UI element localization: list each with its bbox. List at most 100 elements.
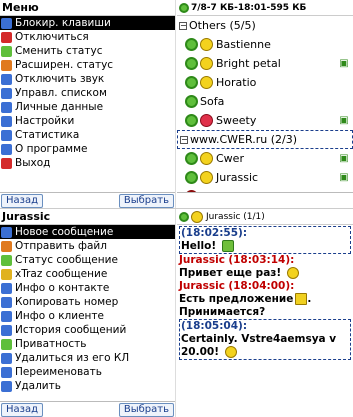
menu-item-label: Инфо о клиенте [15,310,104,322]
menu-item[interactable]: О программе [0,142,175,156]
list-manage-icon [1,87,12,99]
softkey-bar: Назад Выбрать [0,192,175,208]
contact-name: Sweety [216,114,257,127]
group-label: Others (5/5) [189,19,256,32]
copy-number-icon [1,296,12,308]
menu-item[interactable]: Выход [0,156,175,170]
menu-item[interactable]: Переименовать [0,365,175,379]
send-file-icon [1,240,12,252]
menu-item[interactable]: xTraz сообщение [0,267,175,281]
contact-name: Bright petal [216,57,281,70]
menu-item-label: Выход [15,157,51,169]
back-button[interactable]: Назад [1,402,44,417]
smile-icon [286,267,299,279]
chat-message: (18:02:55): Hello! [179,226,351,254]
disconnect-icon [1,31,12,43]
back-button[interactable]: Назад [1,193,44,208]
menu-item[interactable]: Копировать номер [0,295,175,309]
menu-item[interactable]: Управл. списком [0,86,175,100]
contact-item[interactable]: Sweety ▣ [177,111,353,130]
menu-item-label: Расширен. статус [15,59,114,71]
contact-item[interactable]: Bastienne [177,35,353,54]
menu-item[interactable]: Расширен. статус [0,58,175,72]
exit-icon [1,157,12,169]
menu-item[interactable]: Блокир. клавиши [0,16,175,30]
menu-item[interactable]: Инфо о контакте [0,281,175,295]
chat-history[interactable]: (18:02:55): Hello! Jurassic (18:03:14): … [177,225,353,361]
contact-list: − Others (5/5) Bastienne Bright petal ▣ Hor… [177,16,353,206]
menu-item-label: Отправить файл [15,240,107,252]
menu-item[interactable]: Настройки [0,114,175,128]
collapse-icon[interactable]: − [180,135,188,144]
history-icon [1,324,12,336]
status-flower-icon [179,211,189,222]
menu-item-label: Настройки [15,115,75,127]
heart-icon [200,114,213,127]
contact-item[interactable]: Jurassic ▣ [177,168,353,187]
contact-name: Bastienne [216,38,271,51]
client-icon: ▣ [339,153,349,164]
group-cwer[interactable]: − www.CWER.ru (2/3) [177,130,353,149]
menu-item[interactable]: История сообщений [0,323,175,337]
contact-name: Cwer [216,152,244,165]
keylock-icon [1,17,12,29]
menu-item-label: xTraz сообщение [15,268,108,280]
flower-smiley-icon [185,57,198,70]
smile-icon [200,152,213,165]
client-info-icon [1,310,12,322]
contact-item[interactable]: Bright petal ▣ [177,54,353,73]
main-menu-screen: Меню Блокир. клавиши Отключиться Сменить с… [0,0,176,208]
menu-item-label: Блокир. клавиши [15,17,111,29]
menu-item[interactable]: Статус сообщение [0,253,175,267]
menu-item[interactable]: Личные данные [0,100,175,114]
menu-item-label: Статус сообщение [15,254,118,266]
flower-icon [185,95,198,108]
menu-item-label: О программе [15,143,88,155]
softkey-bar [177,192,353,208]
smile-icon [224,346,237,358]
status-message-icon [1,254,12,266]
message-text: Hello! [181,240,217,252]
select-button[interactable]: Выбрать [118,402,174,417]
message-text: Есть предложение [179,293,294,305]
menu-item-label: Удалить [15,380,61,392]
contact-menu-list: Новое сообщение Отправить файл Статус сооб… [0,225,175,393]
group-others[interactable]: − Others (5/5) [177,16,353,35]
menu-item[interactable]: Удалиться из его КЛ [0,351,175,365]
client-icon: ▣ [339,172,349,183]
collapse-icon[interactable]: − [179,21,187,30]
contact-item[interactable]: Cwer ▣ [177,149,353,168]
menu-item[interactable]: Отключиться [0,30,175,44]
menu-item[interactable]: Статистика [0,128,175,142]
status-flower-icon [179,2,189,13]
contact-item[interactable]: Horatio [177,73,353,92]
xstatus-icon [1,59,12,71]
menu-item[interactable]: Новое сообщение [0,225,175,239]
softkey-bar: Назад Выбрать [0,401,175,417]
select-button[interactable]: Выбрать [118,193,174,208]
green-smile-icon [221,240,234,252]
remove-self-icon [1,352,12,364]
new-message-icon [1,226,12,238]
message-sender: Jurassic [179,280,225,292]
menu-item-label: История сообщений [15,324,127,336]
status-flower-icon [1,45,12,57]
menu-item-label: Отключить звук [15,73,105,85]
client-icon: ▣ [339,115,349,126]
contact-menu-title: Jurassic [0,209,175,225]
flower-smiley-icon [185,171,198,184]
message-time: (18:05:04): [181,320,248,332]
flower-smiley-icon [185,152,198,165]
menu-item[interactable]: Удалить [0,379,175,393]
menu-item[interactable]: Приватность [0,337,175,351]
menu-item[interactable]: Отключить звук [0,72,175,86]
menu-item-label: Управл. списком [15,87,107,99]
menu-item[interactable]: Инфо о клиенте [0,309,175,323]
contact-item[interactable]: Sofa [177,92,353,111]
message-time: (18:03:14): [228,254,295,266]
flower-smiley-icon [185,38,198,51]
message-time: (18:02:55): [181,227,248,239]
menu-item[interactable]: Сменить статус [0,44,175,58]
menu-item[interactable]: Отправить файл [0,239,175,253]
flower-smiley-icon [185,76,198,89]
